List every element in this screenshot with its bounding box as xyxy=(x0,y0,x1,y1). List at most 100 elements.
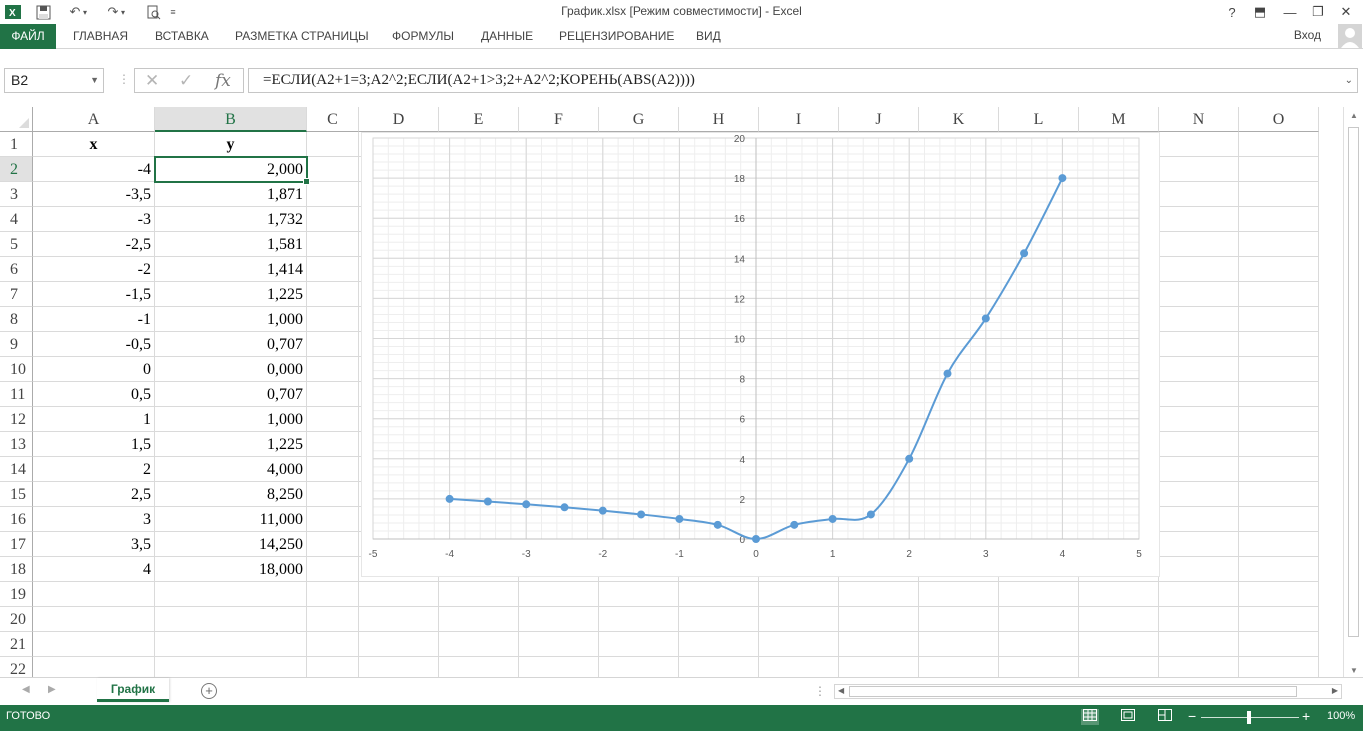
cell-a2[interactable]: -4 xyxy=(33,157,155,182)
row-header-7[interactable]: 7 xyxy=(0,282,33,307)
cell-h20[interactable] xyxy=(679,607,759,632)
cell-o22[interactable] xyxy=(1239,657,1319,677)
cell-b1[interactable]: y xyxy=(155,132,307,157)
row-header-21[interactable]: 21 xyxy=(0,632,33,657)
cell-m19[interactable] xyxy=(1079,582,1159,607)
scroll-down-icon[interactable]: ▼ xyxy=(1344,666,1363,675)
cell-j19[interactable] xyxy=(839,582,919,607)
cell-b11[interactable]: 0,707 xyxy=(155,382,307,407)
cell-k21[interactable] xyxy=(919,632,999,657)
cell-n22[interactable] xyxy=(1159,657,1239,677)
cell-i20[interactable] xyxy=(759,607,839,632)
cell-g19[interactable] xyxy=(599,582,679,607)
formula-input[interactable]: =ЕСЛИ(A2+1=3;A2^2;ЕСЛИ(A2+1>3;2+A2^2;КОР… xyxy=(248,68,1358,93)
cell-b6[interactable]: 1,414 xyxy=(155,257,307,282)
cell-o10[interactable] xyxy=(1239,357,1319,382)
cell-c13[interactable] xyxy=(307,432,359,457)
zoom-in-button[interactable]: + xyxy=(1302,708,1310,724)
cell-g22[interactable] xyxy=(599,657,679,677)
cell-a14[interactable]: 2 xyxy=(33,457,155,482)
cell-o5[interactable] xyxy=(1239,232,1319,257)
cell-c18[interactable] xyxy=(307,557,359,582)
row-header-20[interactable]: 20 xyxy=(0,607,33,632)
scroll-left-icon[interactable]: ◀ xyxy=(838,686,844,695)
cell-b8[interactable]: 1,000 xyxy=(155,307,307,332)
row-header-6[interactable]: 6 xyxy=(0,257,33,282)
restore-icon[interactable]: ❐ xyxy=(1306,2,1330,22)
cell-e19[interactable] xyxy=(439,582,519,607)
cell-b14[interactable]: 4,000 xyxy=(155,457,307,482)
cell-o13[interactable] xyxy=(1239,432,1319,457)
tab-formulas[interactable]: ФОРМУЛЫ xyxy=(392,24,454,49)
cell-b18[interactable]: 18,000 xyxy=(155,557,307,582)
cell-n20[interactable] xyxy=(1159,607,1239,632)
cell-j21[interactable] xyxy=(839,632,919,657)
cell-c19[interactable] xyxy=(307,582,359,607)
cell-b21[interactable] xyxy=(155,632,307,657)
cell-a3[interactable]: -3,5 xyxy=(33,182,155,207)
cell-c3[interactable] xyxy=(307,182,359,207)
cell-c16[interactable] xyxy=(307,507,359,532)
cell-b7[interactable]: 1,225 xyxy=(155,282,307,307)
enter-icon[interactable]: ✓ xyxy=(179,71,193,91)
horizontal-scroll-thumb[interactable] xyxy=(849,686,1297,697)
column-header-c[interactable]: C xyxy=(307,107,359,132)
scatter-chart[interactable]: -5 -4 -3 -2 -1 0 1 2 3 4 5 0 2 4 6 8 10 12 14 16 18 20 xyxy=(361,132,1160,577)
row-header-11[interactable]: 11 xyxy=(0,382,33,407)
cell-l19[interactable] xyxy=(999,582,1079,607)
cell-h19[interactable] xyxy=(679,582,759,607)
cell-b5[interactable]: 1,581 xyxy=(155,232,307,257)
cell-o6[interactable] xyxy=(1239,257,1319,282)
cell-f20[interactable] xyxy=(519,607,599,632)
column-header-l[interactable]: L xyxy=(999,107,1079,132)
cell-n1[interactable] xyxy=(1159,132,1239,157)
cell-g21[interactable] xyxy=(599,632,679,657)
expand-formula-icon[interactable]: ⌄ xyxy=(1345,69,1353,92)
cell-m22[interactable] xyxy=(1079,657,1159,677)
cell-o2[interactable] xyxy=(1239,157,1319,182)
cell-n17[interactable] xyxy=(1159,532,1239,557)
insert-function-icon[interactable]: fx xyxy=(215,71,231,91)
cell-l21[interactable] xyxy=(999,632,1079,657)
help-icon[interactable]: ? xyxy=(1220,2,1244,22)
cell-a16[interactable]: 3 xyxy=(33,507,155,532)
cell-c4[interactable] xyxy=(307,207,359,232)
tab-split-handle-icon[interactable]: ⋮ xyxy=(814,684,826,698)
row-header-19[interactable]: 19 xyxy=(0,582,33,607)
row-header-3[interactable]: 3 xyxy=(0,182,33,207)
cell-n14[interactable] xyxy=(1159,457,1239,482)
signin-link[interactable]: Вход xyxy=(1294,28,1321,42)
cell-o17[interactable] xyxy=(1239,532,1319,557)
column-header-f[interactable]: F xyxy=(519,107,599,132)
cell-c9[interactable] xyxy=(307,332,359,357)
page-layout-view-icon[interactable] xyxy=(1119,709,1137,725)
row-header-13[interactable]: 13 xyxy=(0,432,33,457)
tab-home[interactable]: ГЛАВНАЯ xyxy=(73,24,128,49)
row-header-18[interactable]: 18 xyxy=(0,557,33,582)
cell-a10[interactable]: 0 xyxy=(33,357,155,382)
cell-c8[interactable] xyxy=(307,307,359,332)
prev-sheet-icon[interactable]: ◀ xyxy=(22,684,30,695)
cell-n4[interactable] xyxy=(1159,207,1239,232)
tab-review[interactable]: РЕЦЕНЗИРОВАНИЕ xyxy=(559,24,674,49)
cell-b12[interactable]: 1,000 xyxy=(155,407,307,432)
avatar[interactable] xyxy=(1338,24,1362,48)
cell-n21[interactable] xyxy=(1159,632,1239,657)
cell-o7[interactable] xyxy=(1239,282,1319,307)
cell-a22[interactable] xyxy=(33,657,155,677)
cell-b17[interactable]: 14,250 xyxy=(155,532,307,557)
cell-h21[interactable] xyxy=(679,632,759,657)
zoom-out-button[interactable]: − xyxy=(1188,708,1196,724)
minimize-icon[interactable]: — xyxy=(1278,2,1302,22)
cell-a4[interactable]: -3 xyxy=(33,207,155,232)
row-header-10[interactable]: 10 xyxy=(0,357,33,382)
cell-a17[interactable]: 3,5 xyxy=(33,532,155,557)
row-header-5[interactable]: 5 xyxy=(0,232,33,257)
cell-b10[interactable]: 0,000 xyxy=(155,357,307,382)
cell-g20[interactable] xyxy=(599,607,679,632)
cell-n3[interactable] xyxy=(1159,182,1239,207)
cell-n12[interactable] xyxy=(1159,407,1239,432)
cell-e22[interactable] xyxy=(439,657,519,677)
row-header-15[interactable]: 15 xyxy=(0,482,33,507)
cell-k20[interactable] xyxy=(919,607,999,632)
